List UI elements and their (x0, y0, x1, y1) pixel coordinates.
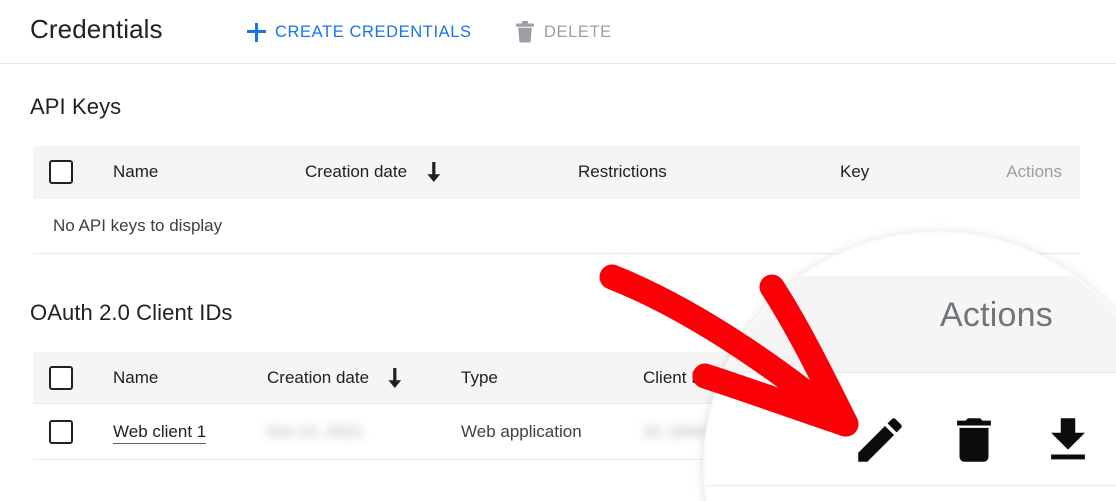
plus-icon (247, 23, 266, 42)
credentials-page: Credentials CREATE CREDENTIALS DELETE AP… (0, 0, 1116, 501)
magnified-table-header-band (705, 276, 1116, 373)
select-all-api-keys-checkbox[interactable] (49, 160, 73, 184)
oauth-client-creation-date: Oct 13, 2021 (266, 422, 363, 442)
column-header-actions: Actions (1006, 162, 1062, 182)
create-credentials-label: CREATE CREDENTIALS (275, 23, 472, 42)
delete-button[interactable]: DELETE (515, 17, 612, 47)
delete-icon[interactable] (945, 411, 1003, 469)
create-credentials-button[interactable]: CREATE CREDENTIALS (247, 17, 472, 47)
oauth-client-type: Web application (461, 422, 582, 442)
magnified-row-divider (705, 485, 1116, 486)
oauth-section-title: OAuth 2.0 Client IDs (30, 300, 233, 326)
magnifier-callout: Actions (703, 231, 1116, 501)
edit-icon[interactable] (851, 411, 909, 469)
magnified-action-icons (851, 411, 1097, 469)
oauth-client-name-link[interactable]: Web client 1 (113, 422, 206, 444)
page-toolbar: Credentials CREATE CREDENTIALS DELETE (0, 0, 1116, 64)
column-header-creation-date[interactable]: Creation date (305, 162, 407, 182)
api-keys-section-title: API Keys (30, 94, 121, 120)
select-row-checkbox[interactable] (49, 420, 73, 444)
column-header-name[interactable]: Name (113, 368, 158, 388)
column-header-type[interactable]: Type (461, 368, 498, 388)
delete-label: DELETE (544, 23, 612, 42)
api-keys-empty-message: No API keys to display (53, 216, 222, 236)
page-title: Credentials (30, 14, 163, 45)
download-icon[interactable] (1039, 411, 1097, 469)
sort-descending-icon[interactable] (386, 367, 404, 389)
select-all-oauth-clients-checkbox[interactable] (49, 366, 73, 390)
column-header-key[interactable]: Key (840, 162, 869, 182)
column-header-creation-date[interactable]: Creation date (267, 368, 369, 388)
api-keys-table-header: Name Creation date Restrictions Key Acti… (33, 146, 1080, 198)
column-header-client-id[interactable]: Client ID (643, 368, 708, 388)
column-header-name[interactable]: Name (113, 162, 158, 182)
column-header-restrictions[interactable]: Restrictions (578, 162, 667, 182)
magnified-actions-header: Actions (940, 296, 1053, 335)
trash-icon (515, 21, 535, 43)
sort-descending-icon[interactable] (425, 161, 443, 183)
